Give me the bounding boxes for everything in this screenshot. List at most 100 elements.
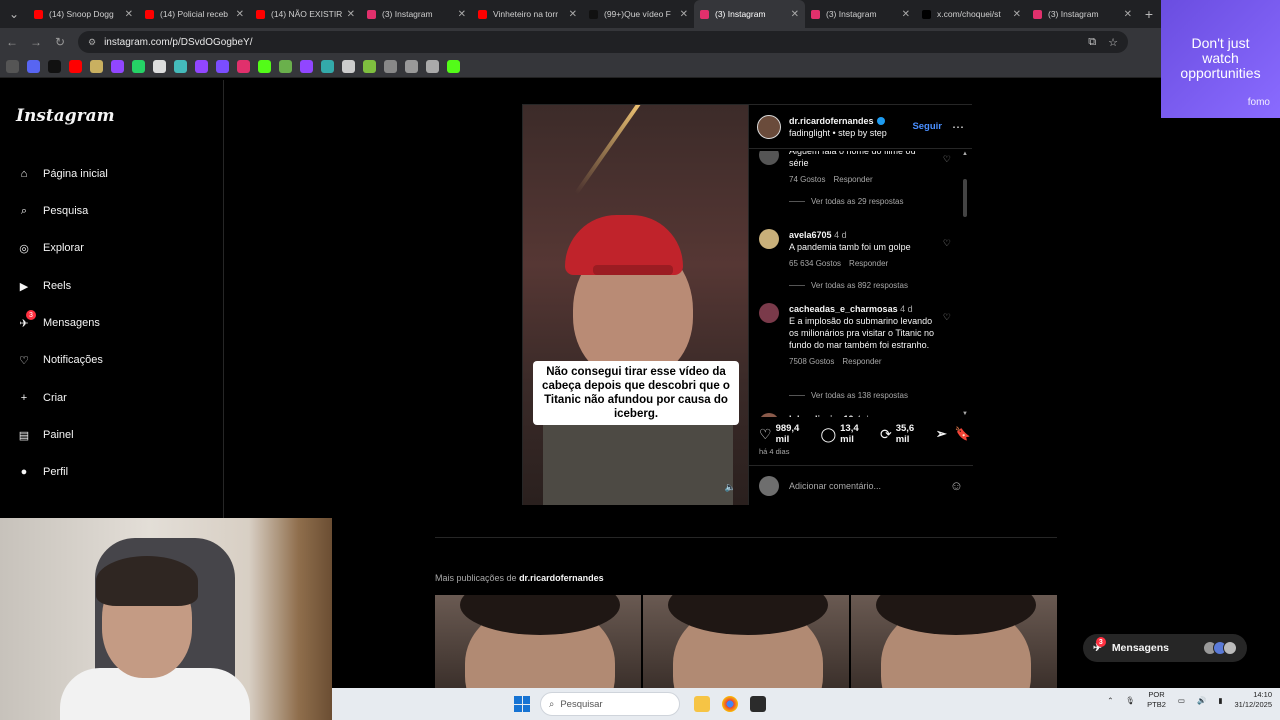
messages-floating-button[interactable]: ✈ 3 Mensagens [1083,634,1247,662]
back-icon[interactable]: ← [0,35,24,49]
sidebar-item-messenger[interactable]: ✈ 3 Mensagens [16,310,100,331]
apps-grid-icon[interactable] [6,60,19,73]
post-thumbnail[interactable] [435,595,641,688]
view-replies-link[interactable]: Ver todas as 29 respostas [789,197,904,206]
comment-like-icon[interactable]: ♡ [943,237,951,249]
bookmark-youtube-icon[interactable] [69,60,82,73]
comment-username[interactable]: avela6705 [789,230,832,240]
bookmark-icon[interactable] [90,60,103,73]
comment-username[interactable]: lola_oliveira.10 [789,414,854,417]
site-info-icon[interactable]: ⚙ [88,37,96,48]
comment-icon[interactable]: ◯ [820,426,836,443]
bookmark-icon[interactable] [216,60,229,73]
tab-close-icon[interactable]: ✕ [1124,9,1132,20]
app-icon[interactable] [750,696,766,712]
more-posts-user[interactable]: dr.ricardofernandes [519,573,604,583]
browser-tab[interactable]: (14) Policial receb ✕ [139,0,250,28]
sidebar-item-dashboard[interactable]: ▤ Painel [16,427,74,443]
mute-icon[interactable]: 🔈 [725,482,736,493]
share-icon[interactable]: ➢ [936,426,947,442]
sidebar-item-home[interactable]: ⌂ Página inicial [16,166,108,182]
windows-start-icon[interactable] [514,696,530,712]
fomo-ad-banner[interactable]: Don't just watch opportunities fomo [1161,0,1280,118]
view-replies-link[interactable]: Ver todas as 138 respostas [789,391,908,400]
like-heart-icon[interactable]: ♡ [759,426,772,443]
sidebar-item-heart[interactable]: ♡ Notificações [16,352,103,368]
tab-close-icon[interactable]: ✕ [569,9,577,20]
sidebar-item-search[interactable]: ⌕ Pesquisa [16,203,88,219]
audio-label[interactable]: fadinglight • step by step [789,127,887,139]
network-icon[interactable]: ▭ [1178,696,1185,705]
comment-username[interactable]: cacheadas_e_charmosas [789,304,898,314]
save-bookmark-icon[interactable]: 🔖 [955,426,971,442]
reply-button[interactable]: Responder [842,357,881,366]
post-thumbnail[interactable] [643,595,849,688]
emoji-icon[interactable]: ☺ [950,478,963,493]
comment-like-icon[interactable]: ♡ [943,311,951,323]
bookmark-twitch-icon[interactable] [111,60,124,73]
tab-close-icon[interactable]: ✕ [125,9,133,20]
tray-chevron-icon[interactable]: ⌃ [1107,696,1113,705]
commenter-avatar[interactable] [759,229,779,249]
commenter-avatar[interactable] [759,413,779,417]
sidebar-item-plus[interactable]: + Criar [16,390,67,406]
bookmark-star-icon[interactable]: ☆ [1108,36,1118,49]
tab-close-icon[interactable]: ✕ [791,9,799,20]
bookmark-icon[interactable] [363,60,376,73]
reply-button[interactable]: Responder [833,175,872,184]
bookmark-icon[interactable] [384,60,397,73]
file-explorer-icon[interactable] [694,696,710,712]
bookmark-instagram-icon[interactable] [237,60,250,73]
browser-tab[interactable]: (3) Instagram ✕ [1027,0,1138,28]
commenter-avatar[interactable] [759,151,779,165]
clock[interactable]: 14:10 31/12/2025 [1234,690,1272,710]
sidebar-item-profile[interactable]: ● Perfil [16,464,68,480]
bookmark-icon[interactable] [27,60,40,73]
scrollbar-thumb[interactable] [963,179,967,217]
author-username[interactable]: dr.ricardofernandes [789,116,874,126]
browser-tab[interactable]: Vinheteiro na torr ✕ [472,0,583,28]
microphone-icon[interactable]: 🎙 [1126,696,1136,705]
scroll-up-icon[interactable]: ▲ [962,151,968,157]
tab-close-icon[interactable]: ✕ [1013,9,1021,20]
comment-like-icon[interactable]: ♡ [943,153,951,165]
comments-list[interactable]: Alguém fala o nome do filme ou série 74 G… [749,151,973,417]
sidebar-item-compass[interactable]: ◎ Explorar [16,240,84,256]
follow-button[interactable]: Seguir [912,121,942,132]
bookmark-icon[interactable] [321,60,334,73]
browser-tab[interactable]: (3) Instagram ✕ [694,0,805,28]
browser-tab[interactable]: (3) Instagram ✕ [361,0,472,28]
more-options-icon[interactable]: ⋯ [952,120,964,134]
volume-icon[interactable]: 🔊 [1197,696,1206,705]
bookmark-kick-icon[interactable] [447,60,460,73]
comment-likes[interactable]: 74 Gostos [789,175,825,184]
forward-icon[interactable]: → [24,35,48,49]
browser-tab[interactable]: (14) NÃO EXISTIR ✕ [250,0,361,28]
tab-search-icon[interactable]: ⌄ [0,0,28,28]
bookmark-twitch-icon[interactable] [195,60,208,73]
bookmark-icon[interactable] [153,60,166,73]
tab-close-icon[interactable]: ✕ [680,9,688,20]
install-app-icon[interactable]: ⧉ [1088,36,1096,49]
bookmark-icon[interactable] [279,60,292,73]
bookmark-icon[interactable] [426,60,439,73]
new-tab-button[interactable]: + [1138,6,1160,22]
battery-icon[interactable]: ▮ [1218,696,1222,705]
view-replies-link[interactable]: Ver todas as 892 respostas [789,281,908,290]
reel-video[interactable]: Não consegui tirar esse vídeo da cabeça … [523,105,748,505]
browser-tab[interactable]: (99+)Que vídeo F ✕ [583,0,694,28]
taskbar-search[interactable]: ⌕ Pesquisar [540,692,680,716]
tab-close-icon[interactable]: ✕ [458,9,466,20]
author-avatar[interactable] [757,114,781,139]
browser-tab[interactable]: (14) Snoop Dogg ✕ [28,0,139,28]
tab-close-icon[interactable]: ✕ [347,9,355,20]
add-comment-input[interactable]: Adicionar comentário... [789,481,881,491]
browser-tab[interactable]: (3) Instagram ✕ [805,0,916,28]
comments-scrollbar[interactable]: ▲ ▼ [962,151,968,417]
browser-tab[interactable]: x.com/choquei/st ✕ [916,0,1027,28]
bookmark-icon[interactable] [174,60,187,73]
likes-count[interactable]: 989,4 mil [776,423,811,445]
bookmark-twitch-icon[interactable] [300,60,313,73]
bookmark-whatsapp-icon[interactable] [132,60,145,73]
chrome-icon[interactable] [722,696,738,712]
